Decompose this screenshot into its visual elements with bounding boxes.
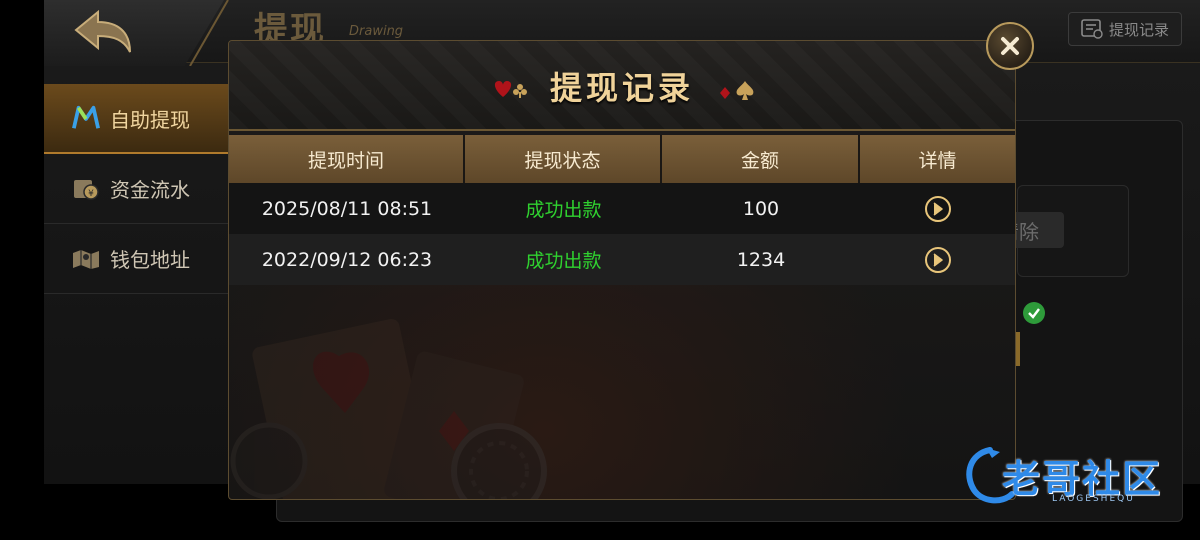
poker-scene-illustration xyxy=(230,318,547,499)
withdraw-records-dialog: 提现记录 提现时间 提现状态 金额 详情 2025/08/11 08:51 成功… xyxy=(228,40,1016,500)
dialog-header: 提现记录 xyxy=(229,41,1015,131)
back-arrow-icon xyxy=(74,9,131,53)
close-icon xyxy=(1001,37,1019,55)
arrow-right-circle-icon[interactable] xyxy=(924,246,952,274)
svg-text:¥: ¥ xyxy=(88,189,94,199)
cell-status: 成功出款 xyxy=(525,199,602,221)
column-header-time: 提现时间 xyxy=(229,135,465,183)
column-header-amount: 金额 xyxy=(662,135,860,183)
cell-time: 2022/09/12 06:23 xyxy=(261,248,433,271)
withdraw-records-button[interactable]: 提现记录 xyxy=(1068,12,1182,46)
watermark-logo: 老哥社区 LAOGESHEQU xyxy=(960,444,1186,514)
cell-status: 成功出款 xyxy=(525,250,602,272)
arrow-right-circle-icon[interactable] xyxy=(924,195,952,223)
close-dialog-button[interactable] xyxy=(986,22,1034,70)
cell-detail xyxy=(860,183,1015,234)
m-logo-icon xyxy=(72,104,100,132)
column-header-status: 提现状态 xyxy=(465,135,662,183)
records-table: 提现时间 提现状态 金额 详情 2025/08/11 08:51 成功出款 10… xyxy=(229,135,1015,285)
sidebar-item-wallet-address[interactable]: 钱包地址 xyxy=(44,224,234,294)
check-icon xyxy=(1023,302,1045,324)
cell-amount: 1234 xyxy=(736,248,786,271)
map-icon xyxy=(72,245,100,273)
sidebar-item-label: 资金流水 xyxy=(110,178,190,202)
diamond-spade-suits-icon xyxy=(720,81,754,100)
sidebar-item-self-withdraw[interactable]: 自助提现 xyxy=(44,84,234,154)
records-button-label: 提现记录 xyxy=(1108,20,1169,39)
column-header-detail: 详情 xyxy=(860,135,1015,183)
page-subtitle: Drawing xyxy=(349,24,404,39)
table-row: 2022/09/12 06:23 成功出款 1234 xyxy=(229,234,1015,285)
dialog-title: 提现记录 xyxy=(549,69,694,107)
watermark-subtext: LAOGESHEQU xyxy=(1052,494,1135,504)
cell-time: 2025/08/11 08:51 xyxy=(261,197,433,220)
sidebar: 自助提现 ¥ 资金流水 钱包地址 xyxy=(44,84,234,294)
sidebar-item-label: 钱包地址 xyxy=(110,248,190,272)
sidebar-item-fund-flow[interactable]: ¥ 资金流水 xyxy=(44,154,234,224)
money-flow-icon: ¥ xyxy=(72,175,100,203)
sidebar-item-label: 自助提现 xyxy=(110,107,190,132)
table-header: 提现时间 提现状态 金额 详情 xyxy=(229,135,1015,183)
cell-amount: 100 xyxy=(742,197,780,220)
cell-detail xyxy=(860,234,1015,285)
document-list-icon xyxy=(1081,19,1103,39)
table-row: 2025/08/11 08:51 成功出款 100 xyxy=(229,183,1015,234)
